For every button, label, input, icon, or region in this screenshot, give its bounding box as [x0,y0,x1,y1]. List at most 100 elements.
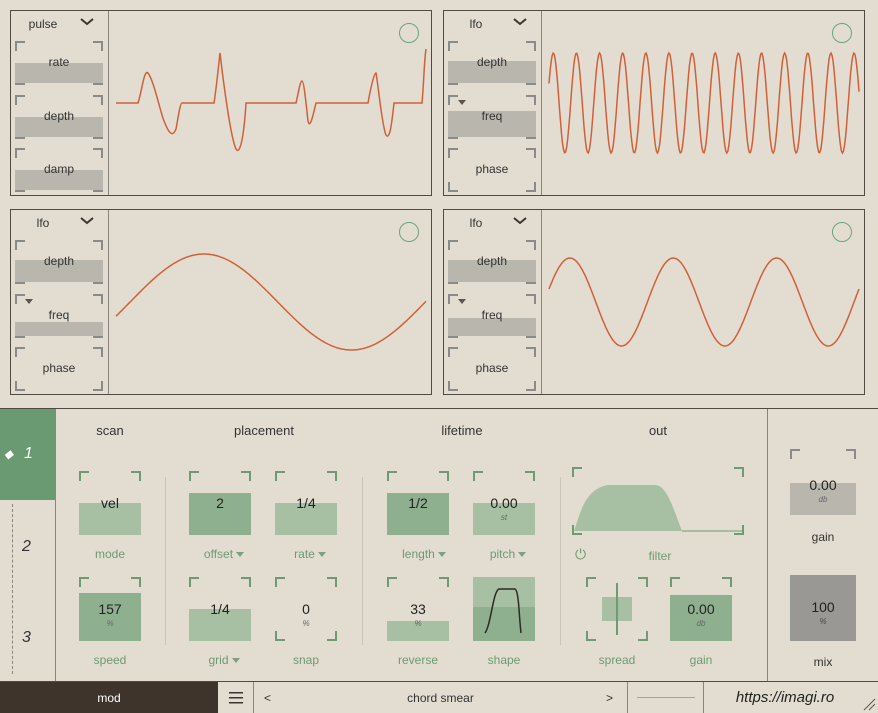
knob-label: depth [43,109,75,123]
knob-length[interactable]: 1/2 [387,471,449,535]
tab-2[interactable]: 2 [0,500,56,591]
preset-name[interactable]: chord smear [407,691,474,705]
waveform-display [548,257,860,347]
granular-section: ◆ 1 2 3 scan placement lifetime out vel … [0,408,878,681]
knob-unit: db [696,619,706,628]
knob-value: 0.00 [687,601,715,617]
waveform-display [115,253,427,351]
divider [560,477,561,645]
knob-freq[interactable]: freq [15,294,103,338]
waveform-line [548,51,860,155]
enable-toggle[interactable] [399,222,419,242]
knob-value: 0.00 [809,477,837,493]
website-link[interactable]: https://imagi.ro [704,682,878,713]
tab-label: 2 [22,538,31,555]
knob-label: offset [203,547,234,561]
knob-label: reverse [397,653,438,667]
knob-label: depth [43,254,75,268]
shape-display[interactable] [473,577,535,641]
knob-unit: % [819,617,827,626]
knob-unit: % [106,619,114,628]
level-meter [628,682,704,713]
knob-offset[interactable]: 2 [189,471,251,535]
knob-out-gain[interactable]: 0.00 db [670,577,732,641]
prev-preset-button[interactable]: < [264,691,271,705]
knob-snap[interactable]: 0% [275,577,337,641]
knob-label: phase [475,361,509,375]
knob-grid[interactable]: 1/4 [189,577,251,641]
mod-button[interactable]: mod [0,682,218,713]
enable-toggle[interactable] [832,23,852,43]
knob-unit: % [302,619,310,628]
knob-phase[interactable]: phase [448,347,536,391]
website-url: https://imagi.ro [735,689,835,706]
length-select[interactable]: length [387,547,461,561]
knob-pitch[interactable]: 0.00 st [473,471,535,535]
enable-toggle[interactable] [399,23,419,43]
knob-label: snap [292,653,320,667]
source-select[interactable]: pulse [11,15,109,33]
tab-1[interactable]: ◆ 1 [0,409,56,500]
source-select[interactable]: lfo [444,15,542,33]
section-scan: scan [96,423,124,438]
knob-damp[interactable]: damp [15,148,103,192]
mod-arrow-icon [25,299,33,304]
mod-controls-3: lfo depth freq phase [11,210,109,394]
tab-label: 1 [24,445,33,462]
grid-select[interactable]: grid [189,653,259,667]
footer-bar: mod < chord smear > https://imagi.ro [0,681,878,713]
knob-label: grid [208,653,229,667]
next-preset-button[interactable]: > [606,691,613,705]
rate-select[interactable]: rate [275,547,345,561]
knob-master-mix[interactable]: 100 % [790,575,856,641]
knob-label: freq [481,109,503,123]
source-label: pulse [28,17,58,31]
mod-controls-4: lfo depth freq phase [444,210,542,394]
filter-display[interactable] [572,467,744,535]
knob-rate[interactable]: rate [15,41,103,85]
knob-label: filter [648,549,672,563]
voice-tabs: ◆ 1 2 3 [0,409,56,681]
knob-speed[interactable]: 157% [79,577,141,641]
knob-label: phase [475,162,509,176]
dropdown-icon [236,552,245,558]
waveform-line [115,253,427,351]
knob-reverse[interactable]: 33% [387,577,449,641]
dropdown-icon [437,552,446,558]
tab-3[interactable]: 3 [0,591,56,682]
knob-value: 2 [216,495,224,511]
source-select[interactable]: lfo [444,214,542,232]
link-icon: ◆ [4,447,14,461]
source-label: lfo [469,17,483,31]
section-placement: placement [234,423,294,438]
pitch-select[interactable]: pitch [473,547,543,561]
knob-value: 0 [302,601,310,617]
knob-phase[interactable]: phase [15,347,103,391]
offset-select[interactable]: offset [189,547,259,561]
chevron-down-icon [513,18,527,26]
knob-label: freq [48,308,70,322]
knob-depth[interactable]: depth [448,41,536,85]
menu-button[interactable] [218,682,254,713]
knob-freq[interactable]: freq [448,95,536,139]
knob-spread[interactable] [586,577,648,641]
knob-depth[interactable]: depth [15,240,103,284]
knob-phase[interactable]: phase [448,148,536,192]
knob-label: length [402,547,435,561]
power-icon[interactable]: ⏻ [575,546,586,563]
knob-rate[interactable]: 1/4 [275,471,337,535]
preset-browser: < chord smear > [254,682,628,713]
source-select[interactable]: lfo [11,214,109,232]
knob-mode[interactable]: vel [79,471,141,535]
resize-grip-icon[interactable] [860,695,876,711]
chevron-down-icon [80,18,94,26]
knob-depth[interactable]: depth [448,240,536,284]
knob-value: 157 [98,601,122,617]
knob-master-gain[interactable]: 0.00 db [790,449,856,515]
enable-toggle[interactable] [832,222,852,242]
knob-freq[interactable]: freq [448,294,536,338]
source-label: lfo [36,216,50,230]
knob-depth[interactable]: depth [15,95,103,139]
mod-panel-4: lfo depth freq phase [443,209,865,395]
mod-controls-1: pulse rate depth damp [11,11,109,195]
